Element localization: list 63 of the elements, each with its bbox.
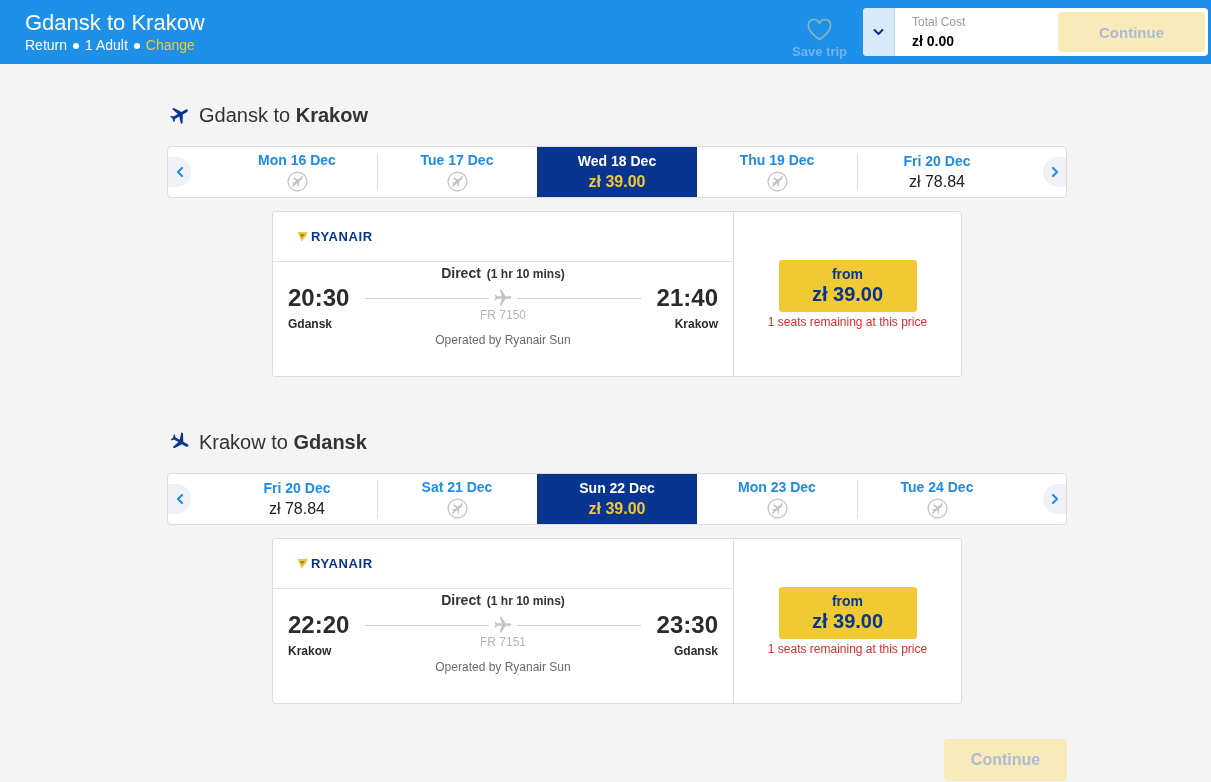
harp-icon [297, 231, 308, 242]
chevron-down-icon [873, 28, 884, 36]
chevron-left-icon [175, 167, 184, 177]
arrival-city: Gdansk [674, 644, 718, 659]
date-tab[interactable]: Thu 19 Dec [697, 147, 857, 197]
date-tab[interactable]: Mon 23 Dec [697, 474, 857, 524]
duration-label: (1 hr 10 mins) [486, 266, 565, 282]
total-cost-value: zł 0.00 [912, 31, 956, 50]
crossed-plane-icon [446, 171, 468, 192]
page-title: Gdansk to Krakow [25, 10, 206, 36]
fare-button[interactable]: from zł 39.00 [778, 259, 917, 312]
seats-remaining-note: 1 seats remaining at this price [767, 641, 928, 656]
duration-label: (1 hr 10 mins) [486, 593, 565, 609]
departure-time: 20:30 [288, 284, 350, 312]
departure-time: 22:20 [288, 611, 350, 639]
chevron-right-icon [1050, 167, 1059, 177]
date-tab[interactable]: Fri 20 Dec zł 78.84 [217, 474, 377, 524]
total-cost-label: Total Cost [912, 14, 967, 30]
airline-name: RYANAIR [311, 229, 373, 244]
expand-button[interactable] [863, 8, 895, 56]
crossed-plane-icon [446, 498, 468, 519]
departure-city: Gdansk [288, 317, 333, 332]
date-tab[interactable]: Sun 22 Dec zł 39.00 [537, 474, 697, 524]
plane-icon [493, 288, 513, 308]
departure-city: Krakow [288, 644, 333, 659]
next-dates-button[interactable] [1043, 157, 1066, 187]
stops-label: Direct [441, 265, 481, 281]
seats-remaining-note: 1 seats remaining at this price [767, 314, 928, 329]
stops-label: Direct [441, 592, 481, 608]
crossed-plane-icon [286, 171, 308, 192]
harp-icon [297, 558, 308, 569]
next-dates-button[interactable] [1043, 484, 1066, 514]
chevron-right-icon [1050, 494, 1059, 504]
journey-title: Gdansk to Krakow [199, 103, 368, 127]
crossed-plane-icon [766, 498, 788, 519]
date-tab[interactable]: Mon 16 Dec [217, 147, 377, 197]
chevron-left-icon [175, 494, 184, 504]
plane-icon [493, 615, 513, 635]
date-tab[interactable]: Fri 20 Dec zł 78.84 [857, 147, 1017, 197]
change-link[interactable]: Change [145, 37, 195, 54]
airline-name: RYANAIR [311, 556, 373, 571]
crossed-plane-icon [766, 171, 788, 192]
arrival-time: 21:40 [656, 284, 718, 312]
trip-summary-item: 1 Adult [85, 37, 128, 54]
previous-dates-button[interactable] [168, 157, 191, 187]
heart-icon [807, 19, 833, 41]
flight-number: FR 7150 [480, 308, 526, 322]
date-tab[interactable]: Tue 17 Dec [377, 147, 537, 197]
date-tab[interactable]: Tue 24 Dec [857, 474, 1017, 524]
date-tab[interactable]: Sat 21 Dec [377, 474, 537, 524]
trip-summary-item: Return [25, 37, 68, 54]
operator-note: Operated by Ryanair Sun [435, 660, 571, 674]
flight-number: FR 7151 [480, 635, 526, 649]
date-tab[interactable]: Wed 18 Dec zł 39.00 [537, 147, 697, 197]
journey-title: Krakow to Gdansk [199, 430, 367, 454]
crossed-plane-icon [926, 498, 948, 519]
operator-note: Operated by Ryanair Sun [435, 333, 571, 347]
bullet-icon [133, 42, 140, 49]
fare-button[interactable]: from zł 39.00 [778, 586, 917, 639]
bullet-icon [73, 42, 80, 49]
previous-dates-button[interactable] [168, 484, 191, 514]
arrival-city: Krakow [674, 317, 718, 332]
arrival-time: 23:30 [656, 611, 718, 639]
